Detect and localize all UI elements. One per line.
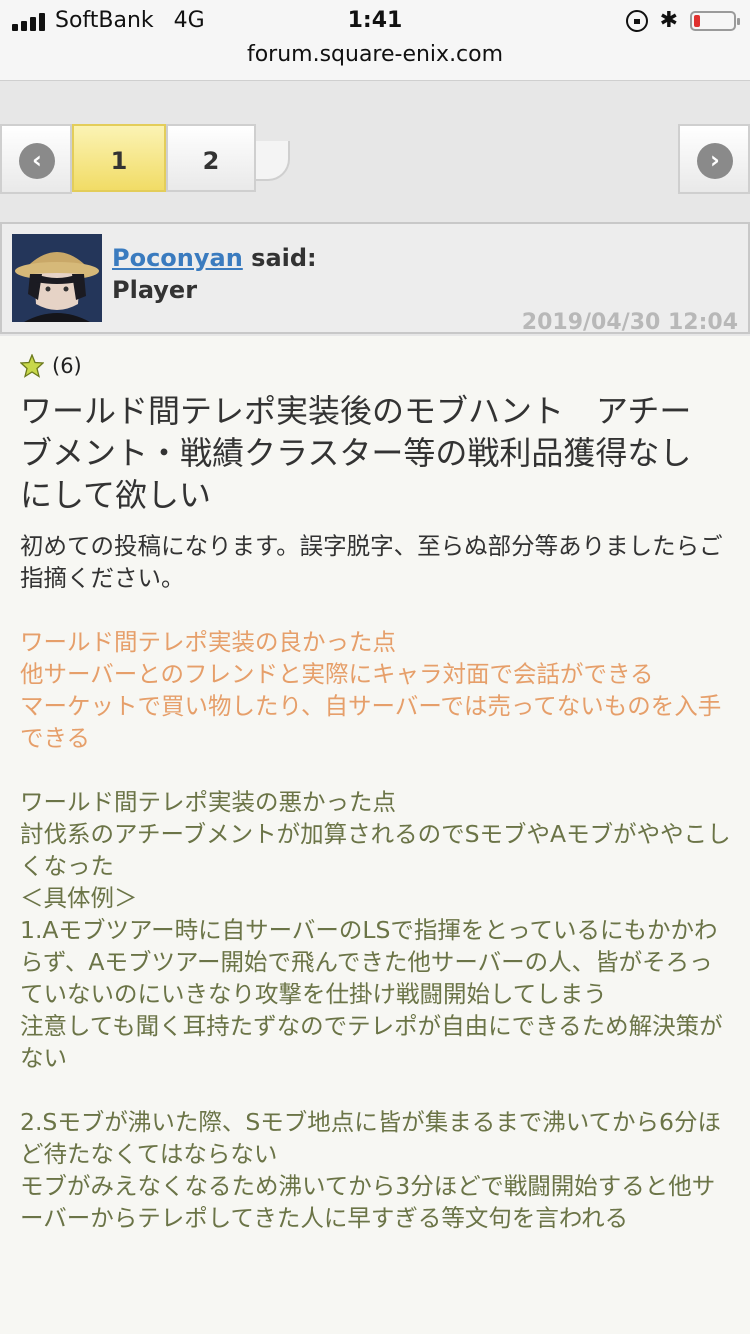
- battery-icon: [690, 10, 740, 31]
- bad-point: 討伐系のアチーブメントが加算されるのでSモブやAモブがややこしくなった: [20, 820, 731, 880]
- intro-text: 初めての投稿になります。誤字脱字、至らぬ部分等ありましたらご指摘ください。: [20, 532, 723, 592]
- bluetooth-icon: ✱: [659, 8, 678, 33]
- author-line: Poconyan said:: [112, 244, 317, 272]
- bad-point: モブがみえなくなるため沸いてから3分ほどで戦闘開始すると他サーバーからテレポして…: [20, 1172, 716, 1232]
- post-header: Poconyan said: Player 2019/04/30 12:04: [0, 222, 750, 335]
- address-bar-url[interactable]: forum.square-enix.com: [0, 42, 750, 67]
- good-point: 他サーバーとのフレンドと実際にキャラ対面で会話ができる: [20, 660, 654, 688]
- bad-point: 2.Sモブが沸いた際、Sモブ地点に皆が集まるまで沸いてから6分ほど待たなくてはな…: [20, 1108, 722, 1168]
- good-point: マーケットで買い物したり、自サーバーでは売ってないものを入手できる: [20, 692, 722, 752]
- bad-point: 1.Aモブツアー時に自サーバーのLSで指揮をとっているにもかかわらず、Aモブツア…: [20, 916, 718, 1008]
- pagination: ‹ 1 2 ›: [0, 124, 750, 194]
- post-date: 2019/04/30 12:04: [521, 310, 738, 335]
- page-number: 2: [202, 147, 220, 175]
- author-role: Player: [112, 276, 198, 304]
- avatar[interactable]: [12, 234, 102, 322]
- post-rating: (6): [20, 354, 82, 378]
- example-label: ＜具体例＞: [20, 884, 138, 912]
- status-right: ✱: [625, 8, 740, 33]
- author-link[interactable]: Poconyan: [112, 244, 243, 272]
- page-2-button[interactable]: 2: [166, 124, 256, 192]
- rating-count: (6): [52, 354, 82, 378]
- page-1-button[interactable]: 1: [72, 124, 166, 192]
- chevron-right-icon: ›: [697, 143, 733, 179]
- bad-point: 注意しても聞く耳持たずなのでテレポが自由にできるため解決策がない: [20, 1012, 723, 1072]
- status-bar: SoftBank 4G 1:41 ✱ forum.square-enix.com: [0, 0, 750, 81]
- chevron-left-icon: ‹: [19, 143, 55, 179]
- post-body: 初めての投稿になります。誤字脱字、至らぬ部分等ありましたらご指摘ください。 ワー…: [20, 530, 732, 1234]
- post-title: ワールド間テレポ実装後のモブハント アチーブメント・戦績クラスター等の戦利品獲得…: [20, 392, 692, 514]
- page-number: 1: [110, 147, 128, 175]
- prev-page-button[interactable]: ‹: [0, 124, 72, 194]
- battery-level: [694, 14, 700, 27]
- orientation-lock-icon: [625, 9, 648, 32]
- bad-heading: ワールド間テレポ実装の悪かった点: [20, 788, 396, 816]
- next-page-button[interactable]: ›: [678, 124, 750, 194]
- avatar-image: [12, 234, 102, 322]
- said-label: said:: [251, 244, 317, 272]
- good-heading: ワールド間テレポ実装の良かった点: [20, 628, 396, 656]
- star-icon[interactable]: [20, 354, 44, 378]
